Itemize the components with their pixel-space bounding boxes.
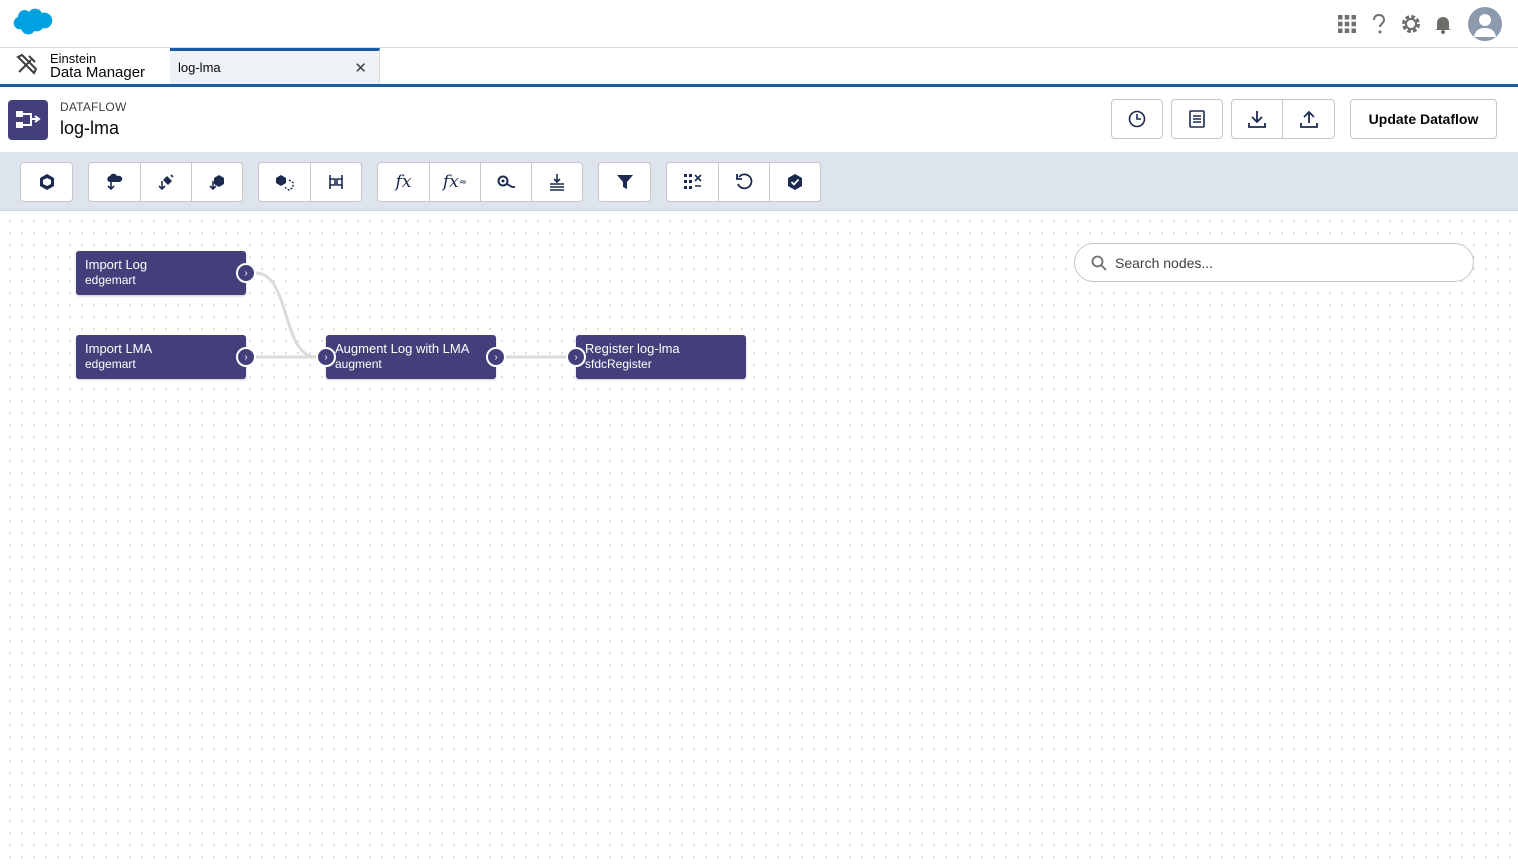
digest-button[interactable]: [140, 163, 191, 201]
toolbar-group-5: [598, 162, 651, 202]
search-nodes-input[interactable]: [1115, 254, 1455, 271]
augment-button[interactable]: [310, 163, 361, 201]
salesforce-logo[interactable]: [12, 7, 54, 42]
append-button[interactable]: [259, 163, 310, 201]
cloud-digest-icon: [106, 173, 122, 191]
toolbar-group-4: fx fx ≈: [377, 162, 583, 202]
page-header: DATAFLOW log-lma Update Dataflow: [0, 87, 1518, 152]
register-check-icon: [788, 174, 802, 190]
filter-funnel-icon: [616, 175, 633, 189]
view-json-button[interactable]: [1171, 99, 1223, 139]
node-title: Import Log: [85, 257, 148, 272]
slice-dataset-button[interactable]: [667, 163, 718, 201]
app-name[interactable]: Einstein Data Manager: [0, 48, 170, 84]
node-import-log[interactable]: Import Log edgemart ›: [76, 251, 256, 295]
toolbar-group-3: [258, 162, 362, 202]
compute-relative-button[interactable]: fx ≈: [429, 163, 480, 201]
node-import-lma[interactable]: Import LMA edgemart ›: [76, 335, 256, 379]
toolbar-group-6: [666, 162, 821, 202]
global-header: [0, 0, 1518, 48]
close-tab-icon[interactable]: ✕: [354, 59, 367, 77]
chevron-right-icon[interactable]: ›: [236, 347, 256, 367]
edgemart-node-button[interactable]: [21, 163, 72, 201]
toolbar-group-2: [88, 162, 243, 202]
app-tab-bar: Einstein Data Manager log-lma ✕: [0, 48, 1518, 87]
satellite-digest-icon: [158, 174, 174, 191]
update-node-button[interactable]: [718, 163, 769, 201]
chevron-right-icon[interactable]: ›: [566, 347, 586, 367]
compute-expression-button[interactable]: fx: [378, 163, 429, 201]
tab-log-lma[interactable]: log-lma ✕: [170, 48, 380, 84]
filter-button[interactable]: [599, 163, 650, 201]
node-title: Register log-lma: [585, 341, 680, 356]
append-icon: [275, 175, 294, 191]
dimension-to-measure-icon: [497, 175, 515, 188]
help-icon[interactable]: [1364, 9, 1394, 39]
app-launcher-icon[interactable]: [1332, 9, 1362, 39]
chevron-right-icon[interactable]: ›: [316, 347, 336, 367]
register-button[interactable]: [769, 163, 820, 201]
node-register-log-lma[interactable]: › Register log-lma sfdcRegister: [566, 335, 746, 379]
chevron-right-icon[interactable]: ›: [236, 263, 256, 283]
node-type: edgemart: [85, 273, 136, 287]
flatten-button[interactable]: [531, 163, 582, 201]
upload-icon: [1299, 110, 1318, 128]
chevron-right-icon[interactable]: ›: [486, 347, 506, 367]
external-digest-button[interactable]: [191, 163, 242, 201]
fx-icon: fx: [395, 172, 412, 192]
upload-button[interactable]: [1283, 99, 1335, 139]
sfdc-digest-button[interactable]: [89, 163, 140, 201]
document-icon: [1189, 110, 1205, 128]
search-nodes-box: [1074, 243, 1474, 282]
dataflow-canvas[interactable]: Import Log edgemart › Import LMA edgemar…: [0, 211, 1518, 864]
notifications-bell-icon[interactable]: [1428, 9, 1458, 39]
node-type: sfdcRegister: [585, 357, 652, 371]
slice-icon: [683, 174, 702, 189]
page-title: log-lma: [60, 118, 120, 138]
node-augment-log-with-lma[interactable]: › Augment Log with LMA augment ›: [316, 335, 506, 379]
node-connections: [255, 271, 566, 359]
update-dataflow-button[interactable]: Update Dataflow: [1350, 99, 1497, 139]
dim2mea-button[interactable]: [480, 163, 531, 201]
node-title: Import LMA: [85, 341, 153, 356]
global-actions: [1330, 4, 1502, 44]
toolbar-group-1: [20, 162, 73, 202]
augment-icon: [329, 175, 343, 189]
app-name-line2: Data Manager: [50, 64, 146, 81]
download-icon: [1248, 111, 1266, 128]
node-type: augment: [335, 357, 382, 371]
fx-relative-icon: fx: [442, 172, 459, 192]
user-avatar[interactable]: [1468, 7, 1502, 41]
refresh-icon: [736, 173, 753, 190]
download-button[interactable]: [1231, 99, 1283, 139]
settings-gear-icon[interactable]: [1396, 9, 1426, 39]
tab-label: log-lma: [178, 60, 221, 75]
dataflow-icon: [8, 100, 48, 140]
flatten-icon: [550, 174, 564, 191]
history-button[interactable]: [1111, 99, 1163, 139]
clock-icon: [1128, 110, 1146, 128]
tools-icon: [16, 53, 38, 80]
hexagon-cube-icon: [39, 174, 54, 190]
external-digest-icon: [209, 175, 224, 191]
app-name-text: Einstein Data Manager: [50, 52, 146, 81]
node-toolbar: fx fx ≈: [0, 152, 1518, 211]
record-type-label: DATAFLOW: [60, 100, 127, 114]
wave-icon: ≈: [458, 176, 468, 188]
edge-import-log-to-augment: [255, 271, 317, 359]
search-icon: [1091, 255, 1107, 271]
node-type: edgemart: [85, 357, 136, 371]
node-title: Augment Log with LMA: [335, 341, 470, 356]
